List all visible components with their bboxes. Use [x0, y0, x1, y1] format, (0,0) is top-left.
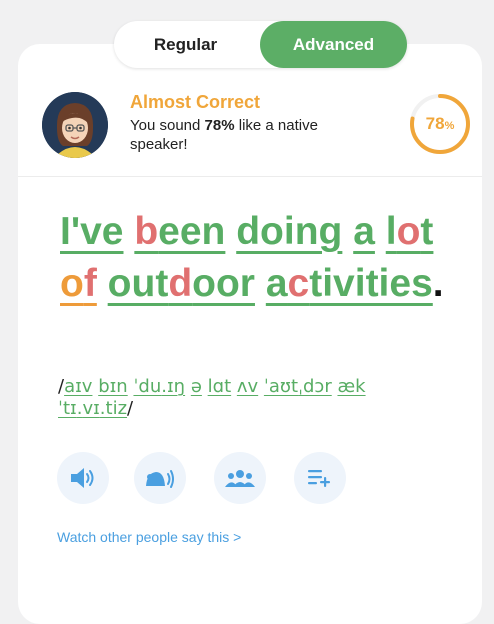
- letter-a: a: [265, 262, 288, 305]
- mode-toggle: Regular Advanced: [114, 21, 407, 68]
- ipa-vi: vɪ: [82, 398, 100, 419]
- letter-o: o: [396, 210, 421, 253]
- ipa-ac: æk: [337, 376, 366, 397]
- play-audio-button[interactable]: [57, 452, 109, 504]
- ipa-lot: lɑt: [207, 376, 232, 397]
- letters-out: out: [107, 262, 169, 305]
- ipa-doing-1: ˈdu: [133, 376, 162, 397]
- status-title: Almost Correct: [130, 92, 261, 112]
- letter-l: l: [385, 210, 397, 253]
- letters-tivities: tivities: [309, 262, 433, 305]
- ipa-slash-close: /: [127, 398, 134, 419]
- letters-een: een: [158, 210, 226, 253]
- word-outdoor[interactable]: outdoor: [108, 262, 255, 305]
- speaker-icon: [71, 468, 94, 488]
- add-to-list-icon: [308, 470, 330, 487]
- ipa-been: bɪn: [98, 376, 128, 397]
- ipa-doing-2: ɪŋ: [166, 376, 186, 397]
- slow-playback-icon: [146, 470, 174, 488]
- letters-oor: oor: [192, 262, 255, 305]
- practice-sentence: I've been doing a lot of outdoor activit…: [60, 206, 480, 310]
- tab-regular[interactable]: Regular: [114, 21, 257, 68]
- word-activities[interactable]: activities: [266, 262, 433, 305]
- letter-d: d: [168, 262, 193, 305]
- feedback-panel: Almost Correct You sound 78% like a nati…: [40, 90, 480, 160]
- add-to-list-button[interactable]: [294, 452, 346, 504]
- ipa-ti: ˈtɪ: [58, 398, 77, 419]
- ipa-outdoor: ˈaʊtˌdɔr: [264, 376, 332, 397]
- letter-c: c: [287, 262, 310, 305]
- sentence-period: .: [432, 262, 444, 305]
- ipa-activities: æk: [337, 376, 365, 397]
- letter-f: f: [83, 262, 97, 305]
- score-label: 78%: [408, 92, 472, 156]
- letter-o: o: [60, 262, 84, 305]
- word-doing[interactable]: doing: [236, 210, 342, 253]
- score-unit: %: [444, 119, 455, 132]
- word-of[interactable]: of: [60, 262, 97, 305]
- ipa-doing: ˈdu.ɪŋ: [133, 376, 185, 397]
- word-ive[interactable]: I've: [60, 210, 124, 253]
- ipa-activities-2: ˈtɪ.vɪ.tiz: [58, 398, 127, 419]
- desc-prefix: You sound: [130, 117, 205, 134]
- status-description: You sound 78% like a native speaker!: [130, 116, 360, 154]
- tab-advanced[interactable]: Advanced: [260, 21, 407, 68]
- letter-b: b: [134, 210, 159, 253]
- play-slow-button[interactable]: [134, 452, 186, 504]
- letter-t: t: [420, 210, 434, 253]
- ipa-transcription: / aɪv bɪn ˈdu.ɪŋ ə lɑt ʌv ˈaʊtˌdɔr æk ˈtɪ…: [58, 376, 418, 420]
- ipa-tiz: tiz: [105, 398, 128, 419]
- watch-others-link[interactable]: Watch other people say this >: [57, 529, 241, 545]
- word-been[interactable]: been: [134, 210, 225, 253]
- word-lot[interactable]: lot: [386, 210, 434, 253]
- ipa-a: ə: [190, 376, 202, 397]
- score-value: 78: [425, 114, 445, 133]
- avatar-illustration: [42, 92, 108, 158]
- group-icon: [225, 470, 255, 487]
- desc-percent: 78%: [204, 117, 235, 134]
- word-a[interactable]: a: [353, 210, 375, 253]
- community-button[interactable]: [214, 452, 266, 504]
- ipa-of: ʌv: [236, 376, 259, 397]
- ipa-door: ˌdɔr: [298, 376, 332, 397]
- avatar: [42, 92, 108, 158]
- ipa-out: ˈaʊt: [263, 376, 299, 397]
- ipa-ive: aɪv: [64, 376, 93, 397]
- divider: [18, 176, 482, 177]
